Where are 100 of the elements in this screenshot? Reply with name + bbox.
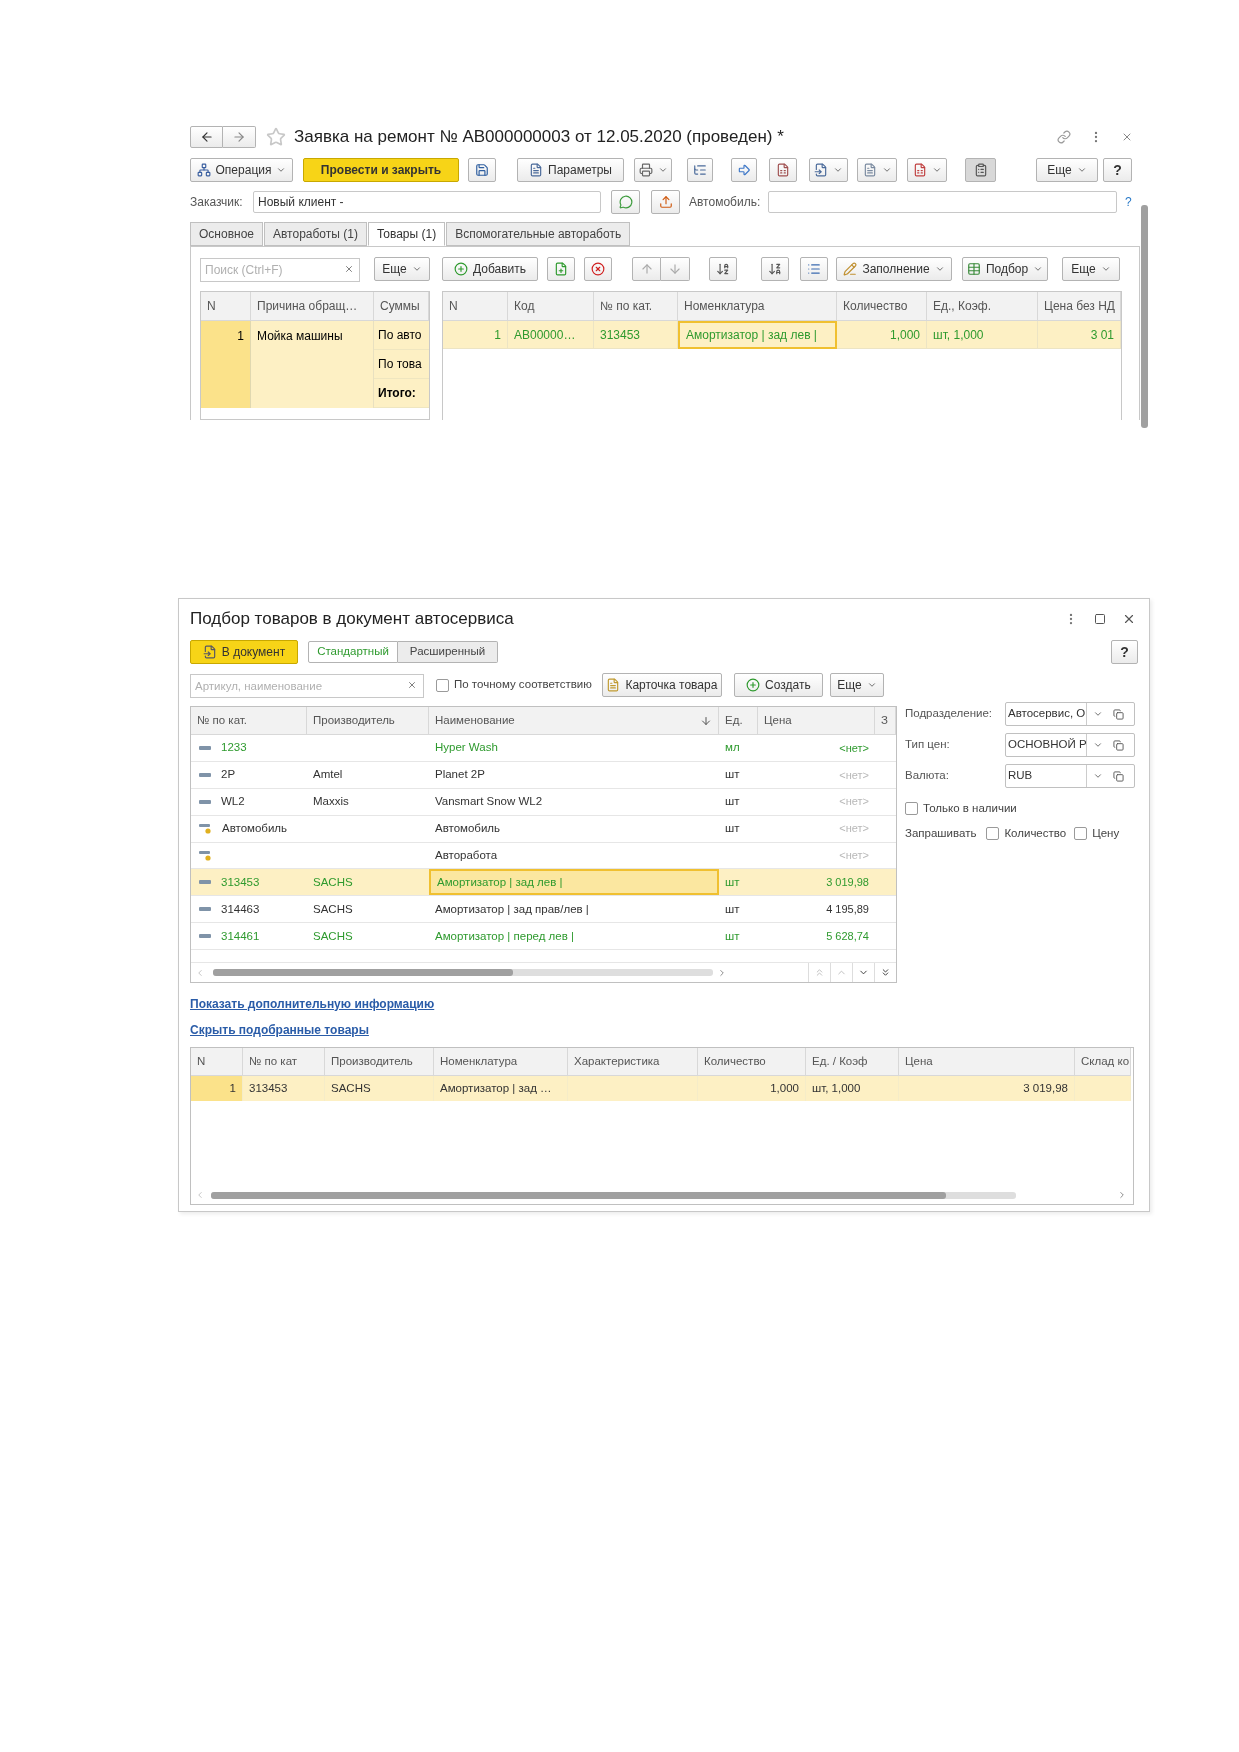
more-button[interactable]: Еще (374, 257, 430, 281)
column-header[interactable]: Цена без НД (1038, 292, 1121, 321)
column-header[interactable]: Ед. (719, 707, 758, 735)
table-cell-text: Амортизатор | зад прав/лев | (434, 901, 590, 917)
checkbox[interactable] (986, 827, 1000, 841)
column-header[interactable]: Ед., Коэф. (927, 292, 1038, 321)
fill-button[interactable]: Заполнение (836, 257, 952, 281)
checkbox[interactable] (436, 678, 449, 692)
report-button[interactable] (769, 158, 797, 182)
customer-field[interactable]: Новый клиент - (253, 191, 601, 213)
select-field[interactable]: ОСНОВНОЙ Р (1005, 733, 1135, 757)
folder-item-icon (199, 850, 212, 861)
tab[interactable]: Товары (1) (367, 222, 446, 246)
table-cell: 313453 (243, 1076, 325, 1101)
column-header[interactable]: Склад ко (1075, 1048, 1131, 1076)
help-button[interactable]: ? (1103, 158, 1132, 182)
search-field[interactable]: Артикул, наименование (190, 674, 424, 698)
column-header[interactable]: Причина обращ… (251, 292, 374, 321)
table-cell: 3 01 (1038, 321, 1121, 349)
search-field[interactable]: Поиск (Ctrl+F) (200, 258, 360, 282)
tab[interactable]: Основное (190, 222, 263, 246)
move-down-button[interactable] (661, 257, 690, 281)
column-header[interactable]: № по кат (243, 1048, 325, 1076)
checkbox[interactable] (1074, 827, 1088, 841)
column-header[interactable]: Количество (837, 292, 927, 321)
column-header[interactable]: Суммы (374, 292, 429, 321)
chat-button[interactable] (611, 190, 640, 214)
show-info-link[interactable]: Показать дополнительную информацию (190, 995, 435, 1013)
column-header[interactable]: N (443, 292, 508, 321)
save-button[interactable] (468, 158, 496, 182)
table-cell: 1,000 (698, 1076, 806, 1101)
to-document-button[interactable]: В документ (190, 640, 298, 664)
reports-button[interactable] (907, 158, 947, 182)
table-cell-text: <нет> (838, 794, 870, 810)
select-field[interactable]: Автосервис, О (1005, 702, 1135, 726)
clipboard-icon (973, 163, 988, 177)
upload-button[interactable] (651, 190, 680, 214)
item-card-button[interactable]: Карточка товара (601, 673, 722, 697)
add-button[interactable]: Добавить (442, 257, 538, 281)
forward-button[interactable] (223, 126, 256, 148)
documents-button[interactable] (857, 158, 897, 182)
checkbox[interactable] (905, 802, 918, 816)
column-header[interactable]: Номенклатура (678, 292, 837, 321)
column-header[interactable]: Количество (698, 1048, 806, 1076)
column-header[interactable]: Производитель (325, 1048, 434, 1076)
caret-icon (833, 165, 843, 175)
move-up-button[interactable] (632, 257, 661, 281)
star-icon[interactable] (266, 127, 286, 147)
table-cell-text: шт (724, 767, 741, 783)
pick-button[interactable]: Подбор (962, 257, 1048, 281)
post-and-close-button[interactable]: Провести и закрыть (303, 158, 459, 182)
column-header[interactable]: N (191, 1048, 243, 1076)
column-header[interactable]: Ед. / Коэф (806, 1048, 899, 1076)
create-button[interactable]: Создать (733, 673, 823, 697)
list-button[interactable] (800, 257, 828, 281)
structure-button[interactable] (687, 158, 713, 182)
print-button[interactable] (634, 158, 672, 182)
hide-picked-link[interactable]: Скрыть подобранные товары (190, 1021, 369, 1039)
tab[interactable]: Вспомогательные автоработь (446, 222, 631, 246)
column-header[interactable]: Цена (758, 707, 875, 735)
column-header[interactable]: N (201, 292, 251, 321)
scrollbar[interactable] (1141, 205, 1148, 428)
car-field[interactable] (768, 191, 1117, 213)
column-header[interactable]: № по кат. (191, 707, 307, 735)
caret-icon (934, 264, 945, 274)
checkbox-label: Цену (1092, 826, 1120, 842)
caret-icon (1033, 264, 1044, 274)
printer-icon (638, 163, 653, 177)
sort-ascending-button[interactable] (709, 257, 737, 281)
more-button[interactable]: Еще (1062, 257, 1120, 281)
back-button[interactable] (190, 126, 223, 148)
table-cell: 313453 (191, 869, 307, 896)
copy-button[interactable] (547, 257, 575, 281)
column-header[interactable]: З (875, 707, 896, 735)
operation-button[interactable]: Операция (190, 158, 293, 182)
column-header[interactable]: Номенклатура (434, 1048, 568, 1076)
mode-toggle[interactable]: Расширенный (398, 641, 498, 663)
help-button[interactable]: ? (1111, 640, 1138, 664)
more-button[interactable]: Еще (1036, 158, 1098, 182)
create-based-button[interactable] (809, 158, 848, 182)
clipboard-button[interactable] (965, 158, 996, 182)
tab[interactable]: Автоработы (1) (264, 222, 367, 246)
delete-button[interactable] (584, 257, 612, 281)
sort-descending-button[interactable] (761, 257, 789, 281)
column-header[interactable]: Характеристика (568, 1048, 698, 1076)
parameters-button[interactable]: Параметры (517, 158, 624, 182)
go-button[interactable] (731, 158, 757, 182)
column-header[interactable]: Цена (899, 1048, 1075, 1076)
scrollbar-thumb[interactable] (213, 969, 513, 977)
column-header[interactable]: Код (508, 292, 594, 321)
scroll-left-icon (195, 967, 205, 978)
more-button[interactable]: Еще (829, 673, 884, 697)
table-cell: 3 019,98 (899, 1076, 1075, 1101)
sort-ascending-icon (716, 262, 730, 276)
scrollbar-track[interactable] (213, 969, 713, 977)
mode-toggle[interactable]: Стандартный (308, 641, 398, 663)
column-header[interactable]: Производитель (307, 707, 429, 735)
select-field[interactable]: RUB (1005, 764, 1135, 788)
column-header[interactable]: Наименование (429, 707, 719, 735)
column-header[interactable]: № по кат. (594, 292, 678, 321)
